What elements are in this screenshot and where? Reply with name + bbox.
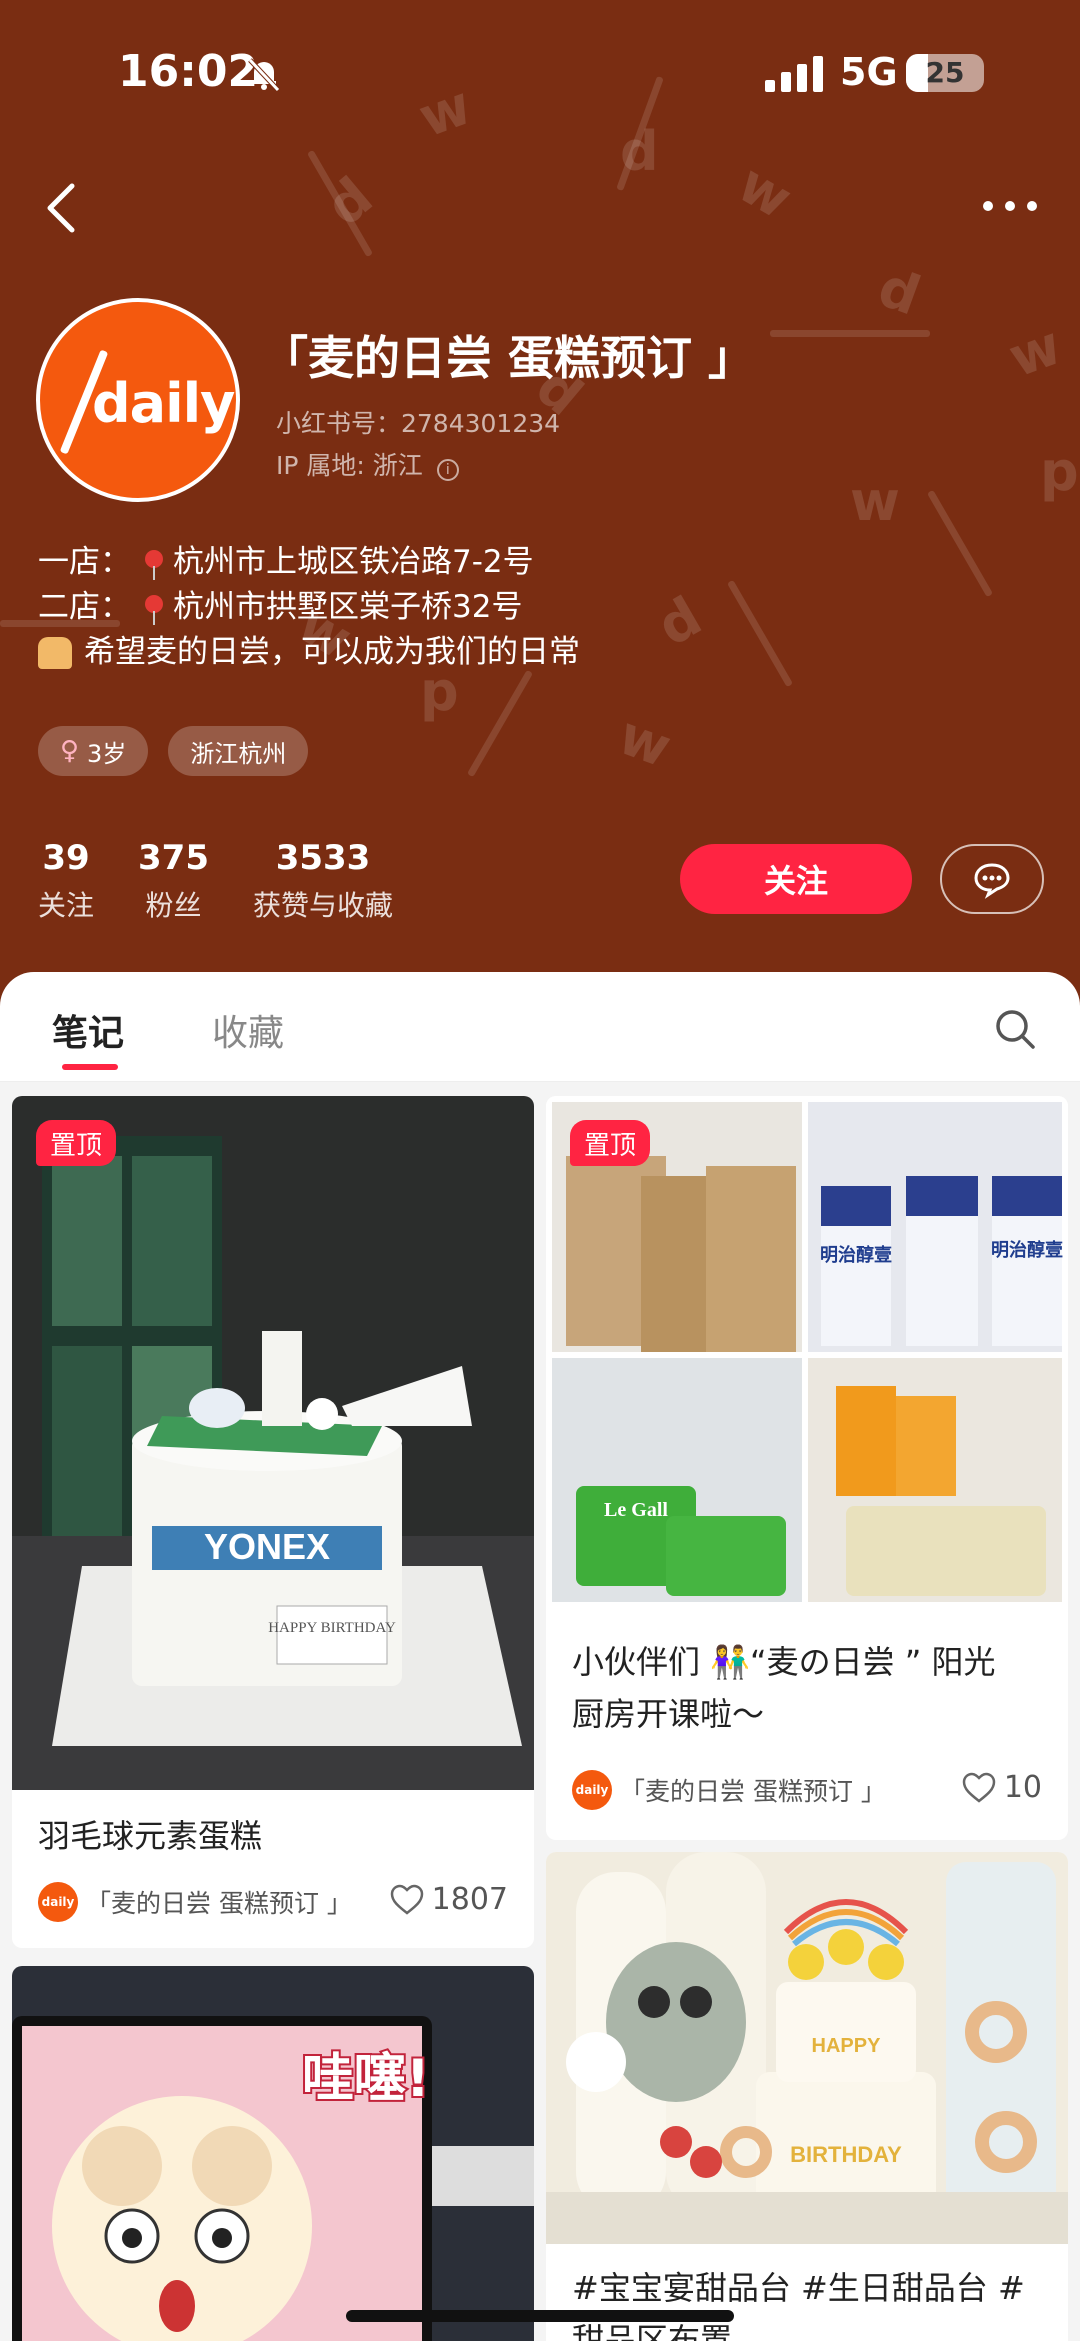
ip-location: IP 属地: 浙江 i (276, 446, 459, 482)
avatar[interactable]: daily (36, 298, 240, 502)
search-icon[interactable] (994, 1008, 1036, 1050)
cake-text: HAPPY (812, 2035, 882, 2057)
like-count[interactable]: 10 (962, 1770, 1042, 1805)
cake-brand-text: YONEX (204, 1526, 330, 1567)
content-tabs: 笔记 收藏 (0, 972, 1080, 1082)
tab-notes[interactable]: 笔记 (52, 1004, 124, 1056)
back-arrow-icon[interactable] (42, 180, 82, 236)
battery-icon: 25 (906, 54, 984, 92)
note-card-1[interactable]: 置顶 YONEX HAPPY BIRTHDAY 羽毛球元素蛋糕 daily 「麦… (12, 1096, 534, 1948)
bio-store1-label: 一店： (38, 544, 131, 580)
profile-bio: 一店： 杭州市上城区铁冶路7-2号 二店： 杭州市拱墅区棠子桥32号 希望麦的日尝，… (38, 540, 580, 675)
tag-location-label: 浙江杭州 (190, 739, 287, 768)
tag-location: 浙江杭州 (168, 726, 309, 776)
cake-photo: YONEX HAPPY BIRTHDAY (12, 1096, 534, 1790)
chat-bubble-icon (974, 863, 1010, 899)
status-bar: 16:02 5G 25 (0, 40, 1080, 110)
stat-number: 3533 (275, 838, 371, 878)
butter-brand: Le Gall (604, 1499, 668, 1521)
ip-text: IP 属地: 浙江 (276, 451, 423, 480)
more-options-icon[interactable] (980, 196, 1040, 216)
signal-icon (765, 56, 823, 92)
network-type: 5G (840, 50, 898, 94)
home-indicator[interactable] (346, 2310, 734, 2322)
bio-store2-label: 二店： (38, 589, 131, 625)
bio-store2-address: 杭州市拱墅区棠子桥32号 (173, 589, 523, 625)
red-id: 小红书号：2784301234 (276, 409, 561, 438)
author-name: 「麦的日尝 蛋糕预订 」 (86, 1889, 352, 1918)
note-title: 羽毛球元素蛋糕 (38, 1817, 263, 1855)
heart-icon (390, 1884, 423, 1915)
stat-likes[interactable]: 3533 获赞与收藏 (253, 838, 393, 924)
avatar-logo: daily (92, 372, 235, 435)
overlay-text: 哇噻! (302, 2049, 430, 2109)
mute-bell-icon (248, 58, 280, 92)
note-title-line: 厨房开课啦～ (572, 1695, 765, 1733)
stat-followers[interactable]: 375 粉丝 (138, 838, 209, 924)
bio-store1-address: 杭州市上城区铁冶路7-2号 (173, 544, 534, 580)
tab-collect[interactable]: 收藏 (212, 1004, 284, 1056)
profile-tags: ♀ 3岁 浙江杭州 (38, 726, 309, 776)
note-title-line: 小伙伴们 👫“麦の日尝 ” 阳光 (572, 1643, 996, 1681)
cake-card-text: HAPPY BIRTHDAY (268, 1620, 396, 1636)
author-avatar: daily (38, 1882, 78, 1922)
stat-following[interactable]: 39 关注 (38, 838, 94, 924)
note-title: 小伙伴们 👫“麦の日尝 ” 阳光 厨房开课啦～ (572, 1636, 996, 1740)
profile-stats: 39 关注 375 粉丝 3533 获赞与收藏 (38, 838, 393, 924)
stat-label: 获赞与收藏 (253, 889, 394, 922)
note-card-2[interactable]: 置顶 明治醇壹 明治醇壹 Le Gall 小伙伴们 👫“麦の日尝 ” 阳光 厨房… (546, 1096, 1068, 1840)
note-author[interactable]: daily 「麦的日尝 蛋糕预订 」 (572, 1770, 886, 1810)
stat-number: 375 (138, 838, 209, 878)
like-number: 1807 (431, 1882, 508, 1917)
milk-box-label: 明治醇壹 (820, 1244, 892, 1265)
pinned-badge: 置顶 (570, 1120, 651, 1166)
note-title-line: #宝宝宴甜品台 #生日甜品台 # (572, 2269, 1025, 2307)
note-card-3[interactable]: 哇噻! (12, 1966, 534, 2341)
pin-icon (145, 594, 163, 625)
active-tab-indicator (62, 1064, 118, 1070)
pin-icon (145, 549, 163, 580)
author-name: 「麦的日尝 蛋糕预订 」 (620, 1777, 886, 1806)
status-time: 16:02 (118, 46, 259, 97)
tag-age-label: 3岁 (87, 739, 127, 768)
bread-icon (38, 636, 72, 669)
message-button[interactable] (940, 844, 1044, 914)
author-avatar: daily (572, 1770, 612, 1810)
note-author[interactable]: daily 「麦的日尝 蛋糕预订 」 (38, 1882, 352, 1922)
stat-label: 关注 (38, 889, 95, 922)
like-number: 10 (1003, 1770, 1042, 1805)
info-icon[interactable]: i (436, 459, 459, 481)
heart-icon (962, 1772, 996, 1803)
milk-box-label: 明治醇壹 (991, 1239, 1063, 1260)
tag-age: ♀ 3岁 (38, 726, 149, 776)
profile-header: w d w d d w d w d p w w p 16:02 5G 25 da… (0, 0, 1080, 1010)
birthday-cake-photo: HAPPY BIRTHDAY (546, 1852, 1068, 2244)
cartoon-photo: 哇噻! (12, 1966, 534, 2341)
bio-slogan: 希望麦的日尝，可以成为我们的日常 (84, 634, 580, 670)
note-title: #宝宝宴甜品台 #生日甜品台 # 甜品区布置 (572, 2262, 1025, 2341)
pinned-badge: 置顶 (36, 1120, 117, 1166)
note-card-4[interactable]: HAPPY BIRTHDAY #宝宝宴甜品台 #生日甜品台 # 甜品区布置 (546, 1852, 1068, 2341)
ingredients-photo: 明治醇壹 明治醇壹 Le Gall (546, 1096, 1068, 1608)
female-icon: ♀ (60, 736, 80, 766)
cake-text-2: BIRTHDAY (790, 2142, 902, 2167)
like-count[interactable]: 1807 (390, 1882, 508, 1917)
stat-label: 粉丝 (145, 889, 202, 922)
stat-number: 39 (42, 838, 90, 878)
profile-name: 「麦的日尝 蛋糕预订 」 (262, 331, 755, 385)
follow-button[interactable]: 关注 (680, 844, 912, 914)
battery-level: 25 (925, 56, 965, 89)
